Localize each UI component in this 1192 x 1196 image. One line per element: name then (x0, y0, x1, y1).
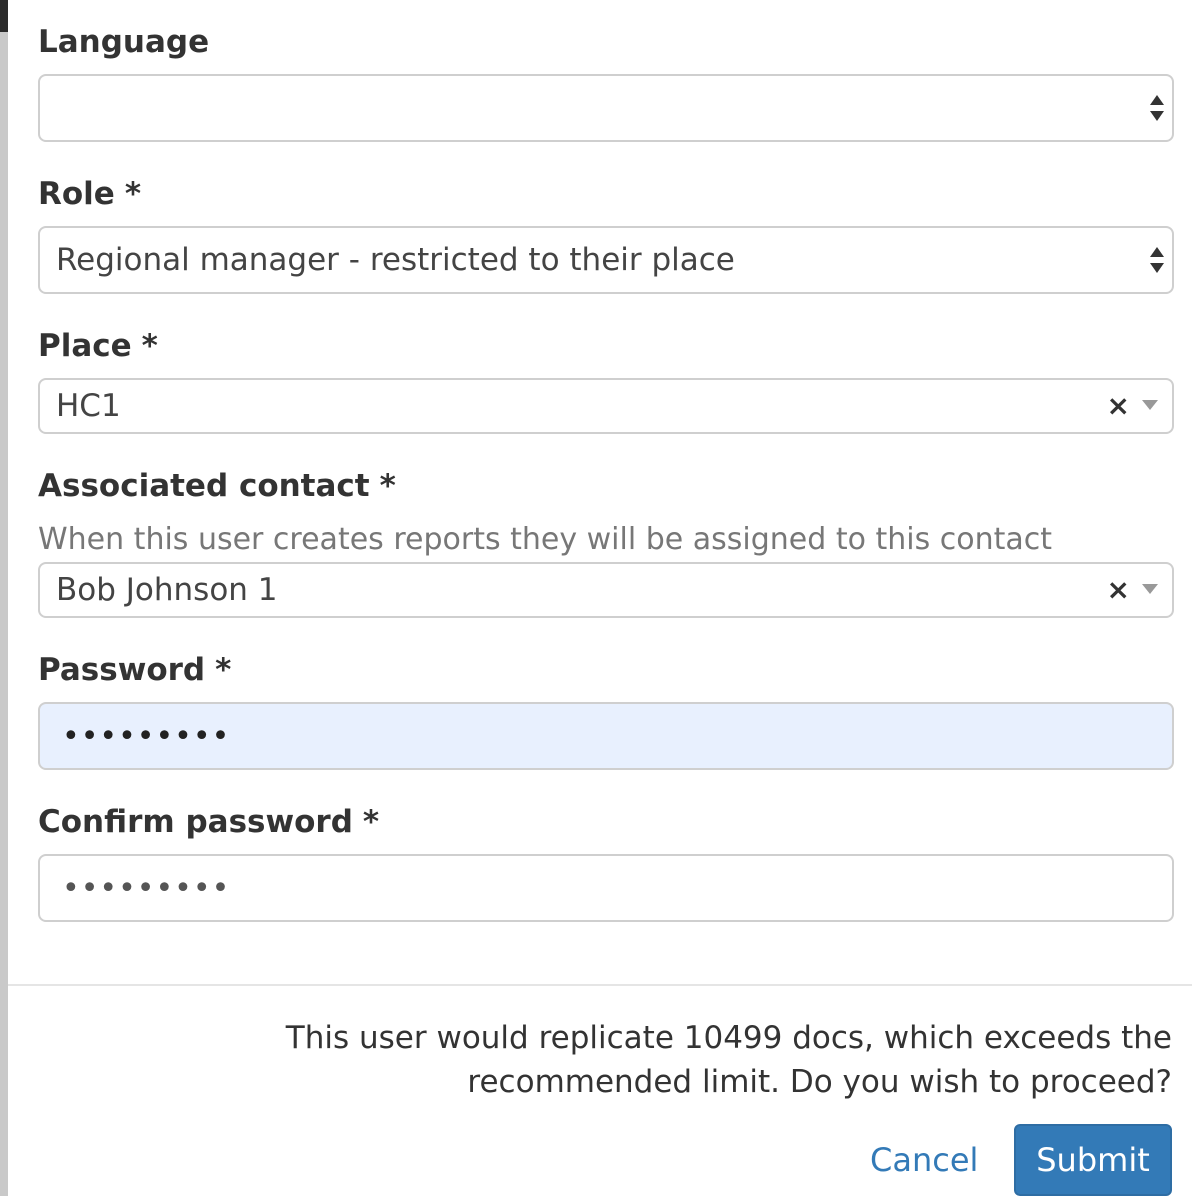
select-arrows-icon (1150, 95, 1164, 121)
chevron-down-icon[interactable] (1142, 400, 1158, 410)
password-label: Password * (38, 652, 231, 688)
required-mark: * (141, 328, 158, 364)
associated-contact-label-text: Associated contact (38, 468, 370, 504)
role-select-value: Regional manager - restricted to their p… (56, 242, 735, 278)
role-select[interactable]: Regional manager - restricted to their p… (38, 226, 1174, 294)
select-arrows-icon (1150, 247, 1164, 273)
chevron-down-icon[interactable] (1142, 584, 1158, 594)
password-label-text: Password (38, 652, 206, 688)
language-select[interactable] (38, 74, 1174, 142)
confirm-password-label: Confirm password * (38, 804, 379, 840)
clear-selection-icon[interactable]: × (1107, 576, 1130, 604)
required-mark: * (124, 176, 142, 212)
password-field[interactable]: ••••••••• (38, 702, 1174, 770)
confirm-password-field[interactable]: ••••••••• (38, 854, 1174, 922)
associated-contact-help: When this user creates reports they will… (38, 522, 1053, 557)
clear-selection-icon[interactable]: × (1107, 392, 1130, 420)
associated-contact-select[interactable]: Bob Johnson 1 × (38, 562, 1174, 618)
submit-button[interactable]: Submit (1014, 1124, 1172, 1196)
background-edge (0, 0, 8, 1196)
required-mark: * (362, 804, 380, 840)
role-label-text: Role (38, 176, 115, 212)
role-label: Role * (38, 176, 141, 212)
doc-limit-warning: This user would replicate 10499 docs, wh… (285, 1020, 1172, 1100)
place-label: Place * (38, 328, 158, 364)
place-select[interactable]: HC1 × (38, 378, 1174, 434)
modal-footer-divider (8, 984, 1192, 986)
password-masked-value: ••••••••• (62, 718, 231, 754)
place-label-text: Place (38, 328, 132, 364)
language-label-text: Language (38, 24, 210, 60)
confirm-password-label-text: Confirm password (38, 804, 353, 840)
required-mark: * (379, 468, 396, 504)
cancel-button[interactable]: Cancel (870, 1136, 978, 1184)
background-edge-dark (0, 0, 8, 32)
place-select-value: HC1 (56, 388, 121, 424)
associated-contact-label: Associated contact * (38, 468, 396, 504)
required-mark: * (215, 652, 232, 688)
associated-contact-value: Bob Johnson 1 (56, 572, 278, 608)
confirm-password-masked-value: ••••••••• (62, 870, 231, 906)
language-label: Language (38, 24, 209, 60)
